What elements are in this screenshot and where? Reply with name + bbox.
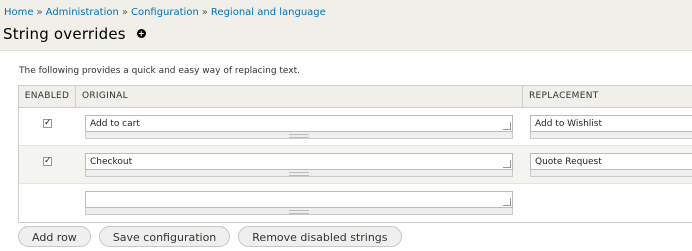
replacement-grippie [530,170,692,177]
breadcrumb-regional-language[interactable]: Regional and language [211,7,326,18]
textarea-grippie[interactable] [85,208,513,215]
column-divider [522,86,523,107]
breadcrumb-home[interactable]: Home [4,7,34,18]
original-field[interactable]: Add to cart [85,115,513,139]
table-row: ✓ Checkout Quote Request [19,146,692,184]
page-title-row: String overrides + [3,25,146,43]
column-header-enabled: ENABLED [19,86,76,107]
replacement-text: Quote Request [535,157,602,167]
original-text: Checkout [90,157,133,167]
replacement-field[interactable]: Add to Wishlist [530,115,692,139]
enabled-checkbox[interactable]: ✓ [43,157,52,166]
original-textarea[interactable]: Checkout [85,153,513,170]
intro-text: The following provides a quick and easy … [19,66,301,76]
table-header: ENABLED ORIGINAL REPLACEMENT [19,86,692,108]
overrides-table: ENABLED ORIGINAL REPLACEMENT ✓ Add to ca… [18,85,692,223]
column-header-replacement: REPLACEMENT [529,91,599,101]
breadcrumb-administration[interactable]: Administration [46,7,119,18]
original-textarea[interactable]: Add to cart [85,115,513,132]
plus-circle-icon[interactable]: + [136,29,146,38]
replacement-field[interactable]: Quote Request [530,153,692,177]
column-header-original: ORIGINAL [82,91,128,101]
table-row: ✓ Add to cart Add to Wishlist [19,108,692,146]
form-actions: Add row Save configuration Remove disabled… [18,226,410,247]
page-header: Home» Administration» Configuration» Region… [0,0,692,51]
replacement-grippie [530,132,692,139]
breadcrumb-separator: » [121,7,128,18]
page-title: String overrides [3,25,126,43]
resize-handle-icon[interactable] [503,122,511,130]
table-row [19,184,692,222]
replacement-text: Add to Wishlist [535,119,602,129]
remove-disabled-strings-button[interactable]: Remove disabled strings [238,226,402,247]
textarea-grippie[interactable] [85,132,513,139]
resize-handle-icon[interactable] [503,198,511,206]
breadcrumb: Home» Administration» Configuration» Region… [4,7,326,18]
breadcrumb-separator: » [36,7,43,18]
save-configuration-button[interactable]: Save configuration [98,226,231,247]
breadcrumb-configuration[interactable]: Configuration [131,7,199,18]
enabled-checkbox[interactable]: ✓ [43,119,52,128]
breadcrumb-separator: » [201,7,208,18]
original-field[interactable] [85,191,513,215]
resize-handle-icon[interactable] [503,160,511,168]
add-row-button[interactable]: Add row [18,226,91,247]
original-field[interactable]: Checkout [85,153,513,177]
replacement-input[interactable]: Quote Request [530,153,692,170]
original-text: Add to cart [90,119,140,129]
replacement-input[interactable]: Add to Wishlist [530,115,692,132]
original-textarea[interactable] [85,191,513,208]
textarea-grippie[interactable] [85,170,513,177]
